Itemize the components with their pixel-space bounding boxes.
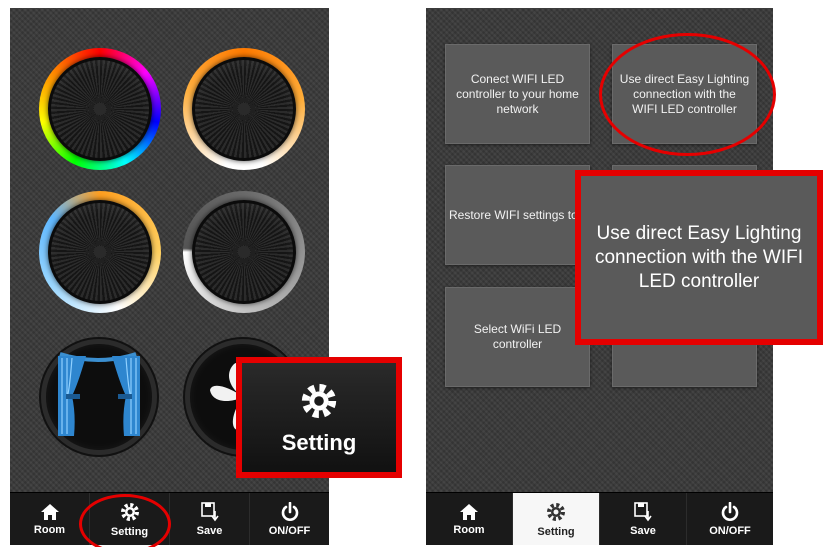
brightness-knob[interactable] <box>183 191 305 313</box>
nav-onoff[interactable]: ON/OFF <box>250 493 329 545</box>
save-icon <box>634 501 652 521</box>
direct-callout-text: Use direct Easy Lighting connection with… <box>594 222 804 292</box>
connect-home-network-tile[interactable]: Conect WIFI LED controller to your home … <box>445 44 590 144</box>
nav-label: ON/OFF <box>268 524 311 537</box>
gear-icon <box>301 383 337 418</box>
bottom-nav-bar: Room Setting Save ON/OFF <box>426 492 773 545</box>
setting-callout-label: Setting <box>281 429 357 455</box>
nav-label: Setting <box>537 525 575 538</box>
setting-highlight-circle <box>79 494 171 547</box>
nav-label: Save <box>196 524 223 537</box>
gear-icon <box>547 502 565 521</box>
direct-connection-highlight-ellipse <box>599 33 776 156</box>
rgb-color-knob[interactable] <box>39 48 161 170</box>
nav-save[interactable]: Save <box>170 493 250 545</box>
nav-save[interactable]: Save <box>600 493 687 545</box>
nav-room[interactable]: Room <box>426 493 513 545</box>
restore-factory-settings-tile[interactable]: Restore WIFI settings to factory default… <box>445 165 590 265</box>
nav-label: Room <box>453 523 485 536</box>
direct-connection-zoom-callout: Use direct Easy Lighting connection with… <box>575 170 823 345</box>
home-icon <box>460 503 478 520</box>
curtain-button[interactable] <box>41 339 157 455</box>
nav-onoff[interactable]: ON/OFF <box>687 493 773 545</box>
tile-label: Restore WIFI settings to factory default… <box>449 207 589 222</box>
nav-label: Room <box>33 523 66 536</box>
power-icon <box>281 501 298 521</box>
curtain-icon <box>58 352 140 436</box>
tile-label: Conect WIFI LED controller to your home … <box>456 71 579 116</box>
nav-setting[interactable]: Setting <box>513 493 600 545</box>
nav-label: Save <box>630 524 656 537</box>
nav-room[interactable]: Room <box>10 493 90 545</box>
setting-zoom-callout: Setting <box>236 357 402 478</box>
power-icon <box>721 501 739 521</box>
nav-label: ON/OFF <box>709 524 751 537</box>
color-temperature-knob[interactable] <box>39 191 161 313</box>
save-icon <box>200 501 219 521</box>
home-icon <box>40 503 59 520</box>
select-controller-tile[interactable]: Select WiFi LED controller <box>445 287 590 387</box>
warm-white-knob[interactable] <box>183 48 305 170</box>
tile-label: Select WiFi LED controller <box>473 322 562 351</box>
